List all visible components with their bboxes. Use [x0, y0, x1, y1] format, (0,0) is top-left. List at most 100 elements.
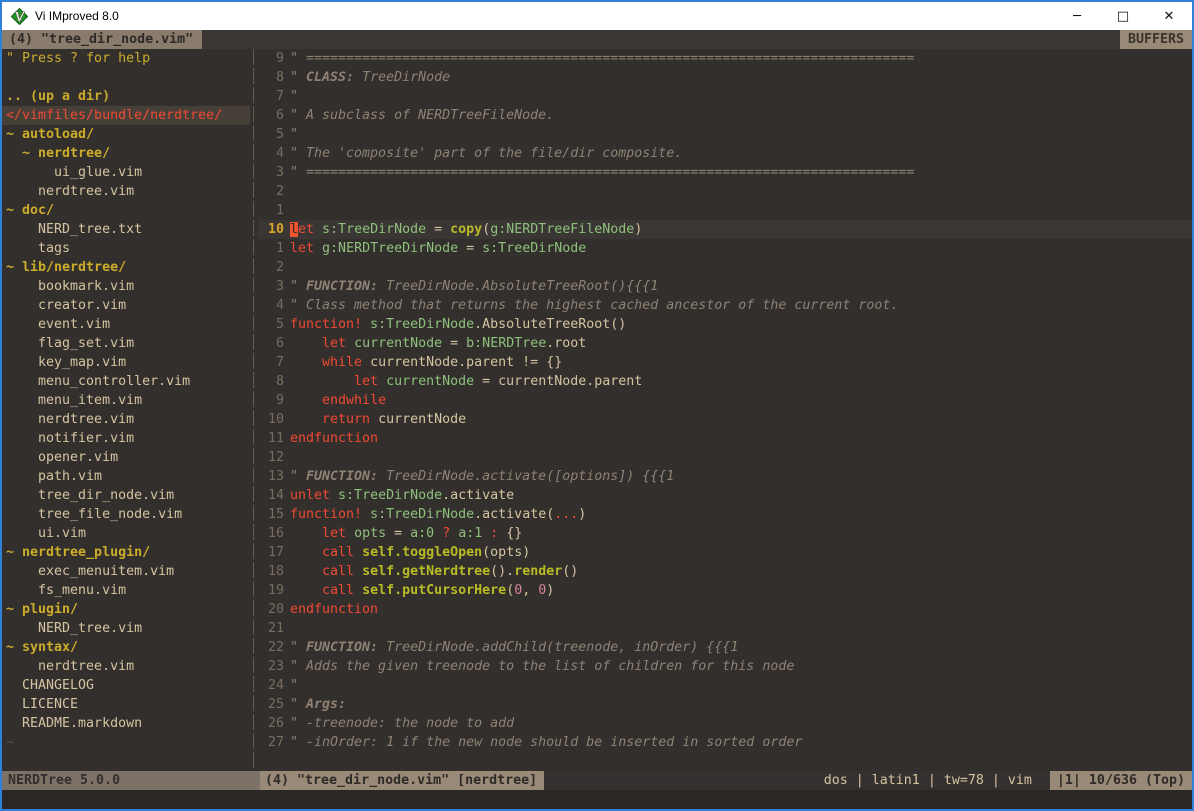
code-token: call [322, 545, 354, 560]
tree-item[interactable]: creator.vim [2, 296, 250, 315]
tree-item[interactable]: .. (up a dir) [2, 87, 250, 106]
tree-item[interactable]: ~ [2, 733, 250, 752]
tree-item[interactable]: ~ lib/nerdtree/ [2, 258, 250, 277]
line-number: 26 [258, 714, 284, 733]
code-line[interactable]: 20endfunction [258, 600, 1192, 619]
command-line[interactable] [2, 790, 1192, 809]
code-line[interactable]: 19 call self.putCursorHere(0, 0) [258, 581, 1192, 600]
tree-item[interactable]: ~ nerdtree/ [2, 144, 250, 163]
code-token: s:TreeDirNode [338, 488, 442, 503]
tree-item[interactable]: ~ autoload/ [2, 125, 250, 144]
code-line[interactable]: 3" =====================================… [258, 163, 1192, 182]
tree-item[interactable]: key_map.vim [2, 353, 250, 372]
code-line[interactable]: 11endfunction [258, 429, 1192, 448]
code-line[interactable]: 12 [258, 448, 1192, 467]
code-line[interactable]: 7" [258, 87, 1192, 106]
code-line[interactable]: 7 while currentNode.parent != {} [258, 353, 1192, 372]
tree-item[interactable]: ~ doc/ [2, 201, 250, 220]
line-number: 23 [258, 657, 284, 676]
tree-item[interactable]: notifier.vim [2, 429, 250, 448]
tree-item[interactable]: nerdtree.vim [2, 657, 250, 676]
code-line[interactable]: 10 return currentNode [258, 410, 1192, 429]
code-token: currentNode [354, 336, 442, 351]
window-separator[interactable] [250, 49, 258, 771]
code-line[interactable]: 2 [258, 182, 1192, 201]
code-line[interactable]: 13" FUNCTION: TreeDirNode.activate([opti… [258, 467, 1192, 486]
tree-item[interactable]: menu_controller.vim [2, 372, 250, 391]
code-line[interactable]: 5" [258, 125, 1192, 144]
code-line[interactable]: 21 [258, 619, 1192, 638]
code-line[interactable]: 5function! s:TreeDirNode.AbsoluteTreeRoo… [258, 315, 1192, 334]
tree-item[interactable]: tree_file_node.vim [2, 505, 250, 524]
code-line-cursor[interactable]: 10let s:TreeDirNode = copy(g:NERDTreeFil… [258, 220, 1192, 239]
tree-item[interactable]: exec_menuitem.vim [2, 562, 250, 581]
code-token [354, 583, 362, 598]
tree-item[interactable]: NERD_tree.vim [2, 619, 250, 638]
code-line[interactable]: 6" A subclass of NERDTreeFileNode. [258, 106, 1192, 125]
code-line[interactable]: 17 call self.toggleOpen(opts) [258, 543, 1192, 562]
code-line[interactable]: 22" FUNCTION: TreeDirNode.addChild(treen… [258, 638, 1192, 657]
code-line[interactable]: 25" Args: [258, 695, 1192, 714]
code-line[interactable]: 3" FUNCTION: TreeDirNode.AbsoluteTreeRoo… [258, 277, 1192, 296]
code-token: unlet [290, 488, 330, 503]
tree-item[interactable]: menu_item.vim [2, 391, 250, 410]
tree-item[interactable]: " Press ? for help [2, 49, 250, 68]
tree-item[interactable]: event.vim [2, 315, 250, 334]
code-line[interactable]: 4" Class method that returns the highest… [258, 296, 1192, 315]
code-line[interactable]: 16 let opts = a:0 ? a:1 : {} [258, 524, 1192, 543]
tree-item[interactable]: fs_menu.vim [2, 581, 250, 600]
tree-item[interactable]: tags [2, 239, 250, 258]
tab-current-buffer[interactable]: (4) "tree_dir_node.vim" [2, 30, 202, 49]
tree-item[interactable]: ui.vim [2, 524, 250, 543]
tree-item[interactable]: bookmark.vim [2, 277, 250, 296]
code-token: endfunction [290, 431, 378, 446]
tree-item[interactable]: path.vim [2, 467, 250, 486]
line-number: 4 [258, 296, 284, 315]
code-token: ( [482, 222, 490, 237]
code-line[interactable]: 23" Adds the given treenode to the list … [258, 657, 1192, 676]
tree-item[interactable]: </vimfiles/bundle/nerdtree/ [2, 106, 250, 125]
code-token: ) [634, 222, 642, 237]
code-line[interactable]: 6 let currentNode = b:NERDTree.root [258, 334, 1192, 353]
tree-item[interactable]: tree_dir_node.vim [2, 486, 250, 505]
statusline-file-options: dos | latin1 | tw=78 | vim [824, 771, 1050, 790]
tree-item[interactable]: ui_glue.vim [2, 163, 250, 182]
tree-item[interactable]: opener.vim [2, 448, 250, 467]
code-token: s:TreeDirNode [370, 507, 474, 522]
code-line[interactable]: 18 call self.getNerdtree().render() [258, 562, 1192, 581]
code-line[interactable]: 15function! s:TreeDirNode.activate(...) [258, 505, 1192, 524]
tree-item[interactable]: ~ syntax/ [2, 638, 250, 657]
code-token: (opts) [482, 545, 530, 560]
code-line[interactable]: 9 endwhile [258, 391, 1192, 410]
tree-item[interactable]: NERD_tree.txt [2, 220, 250, 239]
tree-item[interactable]: nerdtree.vim [2, 410, 250, 429]
tree-item[interactable]: LICENCE [2, 695, 250, 714]
minimize-button[interactable]: ─ [1054, 2, 1100, 30]
code-line[interactable]: 9" =====================================… [258, 49, 1192, 68]
code-line[interactable]: 8" CLASS: TreeDirNode [258, 68, 1192, 87]
tree-item[interactable]: flag_set.vim [2, 334, 250, 353]
code-line[interactable]: 8 let currentNode = currentNode.parent [258, 372, 1192, 391]
code-token: a:1 [458, 526, 482, 541]
code-line[interactable]: 27" -inOrder: 1 if the new node should b… [258, 733, 1192, 752]
line-number: 15 [258, 505, 284, 524]
tree-item[interactable]: CHANGELOG [2, 676, 250, 695]
tree-item[interactable]: ~ nerdtree_plugin/ [2, 543, 250, 562]
close-button[interactable]: ✕ [1146, 2, 1192, 30]
tree-item[interactable]: nerdtree.vim [2, 182, 250, 201]
code-token: .activate [442, 488, 514, 503]
code-line[interactable]: 26" -treenode: the node to add [258, 714, 1192, 733]
code-line[interactable]: 24" [258, 676, 1192, 695]
code-line[interactable]: 1 [258, 201, 1192, 220]
statusline-spacer [544, 771, 824, 790]
maximize-button[interactable]: □ [1100, 2, 1146, 30]
code-line[interactable]: 2 [258, 258, 1192, 277]
code-line[interactable]: 1let g:NERDTreeDirNode = s:TreeDirNode [258, 239, 1192, 258]
code-line[interactable]: 14unlet s:TreeDirNode.activate [258, 486, 1192, 505]
tree-item[interactable]: README.markdown [2, 714, 250, 733]
tree-item[interactable] [2, 68, 250, 87]
code-line[interactable]: 4" The 'composite' part of the file/dir … [258, 144, 1192, 163]
code-token: (). [490, 564, 514, 579]
tree-item[interactable]: ~ plugin/ [2, 600, 250, 619]
code-token: self.getNerdtree [362, 564, 490, 579]
